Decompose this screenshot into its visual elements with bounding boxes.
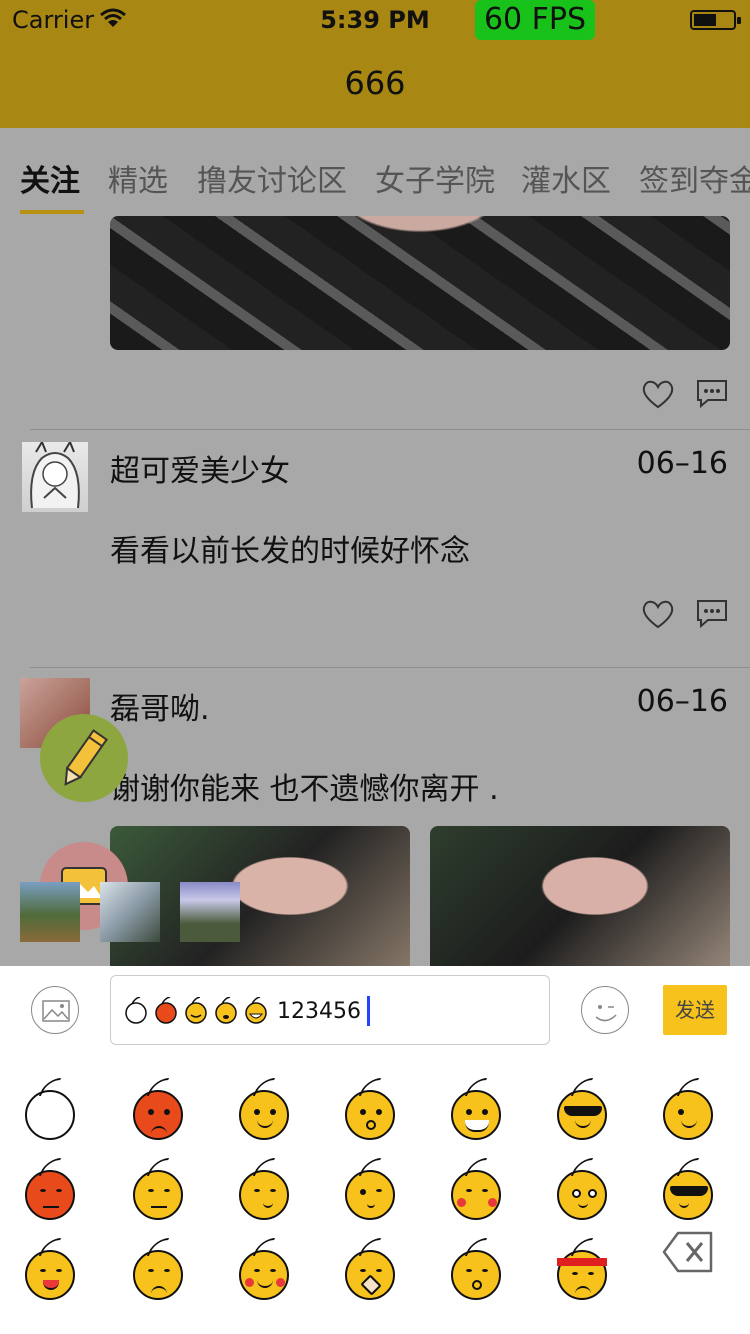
- status-bar: Carrier 5:39 PM 60 FPS: [0, 0, 750, 40]
- emoji-cry-icon: [451, 1238, 501, 1300]
- post-image[interactable]: [430, 826, 730, 966]
- emoji-frightened-icon: [557, 1158, 607, 1220]
- comment-input[interactable]: 123456: [110, 975, 550, 1045]
- post-text: 谢谢你能来 也不遗憾你离开 .: [110, 772, 499, 807]
- emoji-toggle-button[interactable]: [581, 986, 629, 1034]
- emoji-angry-icon: [133, 1078, 183, 1140]
- emoji-think-icon: [239, 1158, 289, 1220]
- emoji-laugh-icon: [245, 997, 267, 1024]
- post-date: 06–16: [636, 446, 728, 481]
- emoji-key[interactable]: [658, 1158, 718, 1222]
- emoji-cool-icon: [557, 1078, 607, 1140]
- emoji-smoke-icon: [663, 1158, 713, 1220]
- emoji-key[interactable]: [552, 1078, 612, 1142]
- emoji-sulk-icon: [133, 1238, 183, 1300]
- comment-icon[interactable]: [694, 598, 730, 630]
- emoji-key[interactable]: [234, 1158, 294, 1222]
- emoji-pout-icon: [133, 1158, 183, 1220]
- post-text: 看看以前长发的时候好怀念: [110, 534, 470, 569]
- post-feed[interactable]: 超可爱美少女 06–16 看看以前长发的时候好怀念 磊哥呦. 06–16 谢谢你…: [0, 216, 750, 966]
- emoji-smile-icon: [239, 1078, 289, 1140]
- emoji-key[interactable]: [658, 1078, 718, 1142]
- emoji-key[interactable]: [128, 1158, 188, 1222]
- emoji-laugh-icon: [451, 1078, 501, 1140]
- emoji-key[interactable]: [552, 1238, 612, 1302]
- clock: 5:39 PM: [320, 6, 430, 34]
- send-button[interactable]: 发送: [663, 985, 727, 1035]
- tab-discussion[interactable]: 撸友讨论区: [197, 156, 347, 200]
- emoji-annoyed-icon: [25, 1158, 75, 1220]
- emoji-happy-icon: [25, 1238, 75, 1300]
- emoji-angry-icon: [155, 997, 177, 1024]
- emoji-keyboard: [0, 1054, 750, 1334]
- comment-input-value: 123456: [277, 998, 361, 1024]
- emoji-key[interactable]: [234, 1238, 294, 1302]
- emoji-key[interactable]: [20, 1238, 80, 1302]
- emoji-shush-icon: [345, 1158, 395, 1220]
- photo-picker-icon: [42, 1000, 70, 1022]
- emoji-key[interactable]: [20, 1158, 80, 1222]
- tab-featured[interactable]: 精选: [108, 156, 168, 200]
- thumbnail[interactable]: [100, 882, 160, 942]
- tab-checkin[interactable]: 签到夺金: [639, 156, 750, 200]
- emoji-headband-icon: [557, 1238, 607, 1300]
- backspace-icon[interactable]: [662, 1230, 714, 1274]
- emoji-key[interactable]: [446, 1078, 506, 1142]
- photo-picker-button[interactable]: [31, 986, 79, 1034]
- comment-input-bar: 123456 发送: [0, 966, 750, 1054]
- category-tabs: 关注 精选 撸友讨论区 女子学院 灌水区 签到夺金: [0, 128, 750, 216]
- emoji-bandaged-icon: [345, 1238, 395, 1300]
- emoji-smile-icon: [185, 997, 207, 1024]
- post-date: 06–16: [636, 684, 728, 719]
- post-author[interactable]: 超可爱美少女: [110, 446, 290, 490]
- emoji-blank-icon: [25, 1078, 75, 1140]
- heart-icon[interactable]: [640, 598, 676, 630]
- emoji-key[interactable]: [128, 1238, 188, 1302]
- tab-women-college[interactable]: 女子学院: [375, 156, 495, 200]
- emoji-toggle-icon: [595, 1005, 617, 1022]
- page-title: 666: [344, 64, 406, 102]
- emoji-scared-icon: [215, 997, 237, 1024]
- battery-icon: [690, 10, 741, 30]
- emoji-key[interactable]: [20, 1078, 80, 1142]
- emoji-key[interactable]: [446, 1238, 506, 1302]
- post-divider: [30, 667, 750, 668]
- post-divider: [30, 429, 750, 430]
- emoji-key[interactable]: [446, 1158, 506, 1222]
- emoji-key[interactable]: [340, 1078, 400, 1142]
- pencil-icon: [64, 729, 109, 786]
- emoji-blush-icon: [239, 1238, 289, 1300]
- fps-badge: 60 FPS: [475, 0, 595, 40]
- comment-icon[interactable]: [694, 378, 730, 410]
- post-image[interactable]: [110, 216, 730, 350]
- text-caret: [366, 996, 370, 1026]
- emoji-key[interactable]: [340, 1238, 400, 1302]
- emoji-key[interactable]: [340, 1158, 400, 1222]
- emoji-key[interactable]: [552, 1158, 612, 1222]
- emoji-blank-icon: [125, 997, 147, 1024]
- thumbnail[interactable]: [20, 882, 80, 942]
- avatar[interactable]: [22, 442, 88, 512]
- thumbnail[interactable]: [180, 882, 240, 942]
- emoji-shy-icon: [451, 1158, 501, 1220]
- active-tab-indicator: [20, 210, 84, 214]
- compose-button[interactable]: [40, 714, 128, 802]
- tab-follow[interactable]: 关注: [20, 156, 80, 200]
- emoji-scared-icon: [345, 1078, 395, 1140]
- tab-water[interactable]: 灌水区: [521, 156, 611, 200]
- navigation-bar: 666: [0, 40, 750, 128]
- emoji-key[interactable]: [128, 1078, 188, 1142]
- heart-icon[interactable]: [640, 378, 676, 410]
- emoji-key[interactable]: [234, 1078, 294, 1142]
- emoji-wink-icon: [663, 1078, 713, 1140]
